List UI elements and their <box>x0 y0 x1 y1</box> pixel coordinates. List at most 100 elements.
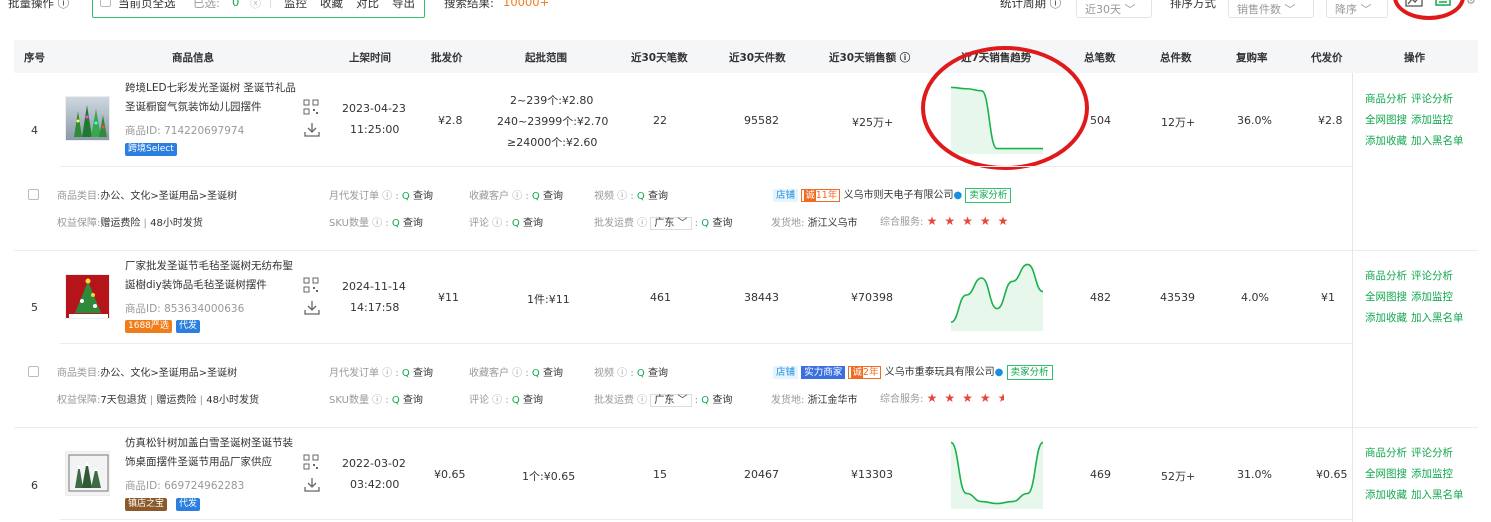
query-link[interactable]: 查询 <box>403 395 423 406</box>
add-monitor-link[interactable]: 添加监控 <box>1411 114 1453 126</box>
product-analysis-link[interactable]: 商品分析 <box>1365 270 1407 282</box>
wholesale-price: ¥11 <box>438 291 459 304</box>
guarantee: 权益保障:7天包退货 | 赠运费险 | 48小时发货 <box>57 395 259 406</box>
product-analysis-link[interactable]: 商品分析 <box>1365 93 1407 105</box>
product-thumbnail[interactable] <box>65 96 110 141</box>
row-divider <box>60 519 1352 520</box>
favorite-button[interactable]: 收藏 <box>320 0 343 11</box>
col-wholesale[interactable]: 批发价 <box>431 50 463 65</box>
listed-time: 11:25:00 <box>350 123 400 136</box>
pieces-30d: 20467 <box>744 468 779 481</box>
product-thumbnail[interactable] <box>65 451 110 496</box>
col-orders30[interactable]: 近30天笔数 <box>631 50 688 65</box>
add-favorite-link[interactable]: 添加收藏 <box>1365 135 1407 147</box>
add-monitor-link[interactable]: 添加监控 <box>1411 468 1453 480</box>
listed-date: 2022-03-02 <box>342 457 406 470</box>
shop-name[interactable]: 义乌市重泰玩具有限公司 <box>885 367 995 378</box>
export-button[interactable]: 导出 <box>392 0 415 11</box>
monitor-button[interactable]: 监控 <box>284 0 307 11</box>
product-title[interactable]: 跨境LED七彩发光圣诞树 圣诞节礼品 圣诞橱窗气氛装饰幼儿园摆件 <box>125 79 297 117</box>
product-id: 商品ID: 714220697974 <box>125 125 245 137</box>
product-analysis-link[interactable]: 商品分析 <box>1365 447 1407 459</box>
sales-30d: ¥70398 <box>851 291 893 304</box>
col-repurchase[interactable]: 复购率 <box>1236 50 1268 65</box>
dropship-price: ¥2.8 <box>1318 114 1343 127</box>
blacklist-link[interactable]: 加入黑名单 <box>1411 135 1464 147</box>
query-link[interactable]: 查询 <box>543 368 563 379</box>
review-analysis-link[interactable]: 评论分析 <box>1411 447 1453 459</box>
col-listed[interactable]: 上架时间 <box>349 50 391 65</box>
qr-code-icon[interactable] <box>303 99 319 118</box>
query-link[interactable]: 查询 <box>523 395 543 406</box>
category: 商品类目:办公、文化>圣诞用品>圣诞树 <box>57 191 238 202</box>
blacklist-link[interactable]: 加入黑名单 <box>1411 489 1464 501</box>
download-icon[interactable] <box>304 122 320 141</box>
image-search-link[interactable]: 全网图搜 <box>1365 291 1407 303</box>
result-label: 搜索结果: <box>444 0 494 10</box>
image-search-link[interactable]: 全网图搜 <box>1365 114 1407 126</box>
query-link[interactable]: 查询 <box>413 368 433 379</box>
col-dropship[interactable]: 代发价 <box>1311 50 1343 65</box>
product-title[interactable]: 厂家批发圣诞节毛毡圣诞树无纺布聖誕樹diy装饰品毛毡圣诞树摆件 <box>125 257 297 295</box>
qr-code-icon[interactable] <box>303 277 319 296</box>
query-link[interactable]: 查询 <box>543 191 563 202</box>
sort-select[interactable]: 销售件数 ﹀ <box>1228 0 1314 18</box>
dropship-price: ¥1 <box>1321 291 1335 304</box>
blacklist-link[interactable]: 加入黑名单 <box>1411 312 1464 324</box>
clear-selection-icon[interactable]: ⓧ <box>250 0 261 11</box>
query-link[interactable]: 查询 <box>712 395 732 406</box>
orders-30d: 461 <box>650 291 671 304</box>
query-link[interactable]: 查询 <box>648 368 668 379</box>
range-tier: 240~23999个:¥2.70 <box>497 115 609 128</box>
tag-dropship: 代发 <box>176 498 201 511</box>
col-sales30[interactable]: 近30天销售额 ⓘ <box>829 50 910 65</box>
select-all-label[interactable]: 当前页全选 <box>118 0 176 11</box>
listed-time: 14:17:58 <box>350 301 400 314</box>
search-icon: Q <box>511 218 520 229</box>
order-select[interactable]: 降序 ﹀ <box>1326 0 1388 18</box>
row-checkbox[interactable] <box>28 366 39 377</box>
col-pieces30[interactable]: 近30天件数 <box>729 50 786 65</box>
col-total-orders[interactable]: 总笔数 <box>1084 50 1116 65</box>
review-analysis-link[interactable]: 评论分析 <box>1411 270 1453 282</box>
chevron-down-icon: ﹀ <box>1284 3 1296 16</box>
download-icon[interactable] <box>304 300 320 319</box>
settings-icon[interactable]: ⚙ <box>1466 0 1476 7</box>
query-link[interactable]: 查询 <box>413 191 433 202</box>
province-select[interactable]: 广东 ﹀ <box>650 394 692 407</box>
guarantee: 权益保障:赠运费险 | 48小时发货 <box>57 218 203 229</box>
period-select[interactable]: 近30天 ﹀ <box>1076 0 1152 18</box>
add-favorite-link[interactable]: 添加收藏 <box>1365 489 1407 501</box>
service-rating: 综合服务: ★★★★★ <box>880 390 1004 405</box>
star-rating-icon: ★★★★★ <box>926 214 1016 228</box>
trend-area <box>951 442 1043 509</box>
row-checkbox[interactable] <box>28 189 39 200</box>
search-icon: Q <box>636 191 645 202</box>
query-link[interactable]: 查询 <box>403 218 423 229</box>
select-all-checkbox[interactable] <box>100 0 111 7</box>
add-favorite-link[interactable]: 添加收藏 <box>1365 312 1407 324</box>
search-icon: Q <box>701 395 710 406</box>
reviews: 评论 ⓘ : Q 查询 <box>469 218 543 229</box>
query-link[interactable]: 查询 <box>523 218 543 229</box>
shop-name[interactable]: 义乌市则天电子有限公司 <box>844 190 954 201</box>
download-icon[interactable] <box>304 477 320 496</box>
col-total-pieces[interactable]: 总件数 <box>1160 50 1192 65</box>
province-select[interactable]: 广东 ﹀ <box>650 217 692 230</box>
search-icon: Q <box>531 191 540 202</box>
query-link[interactable]: 查询 <box>712 218 732 229</box>
compare-button[interactable]: 对比 <box>356 0 379 11</box>
qr-code-icon[interactable] <box>303 454 319 473</box>
highlight-circle-trend <box>921 46 1089 170</box>
seller-analysis-button[interactable]: 卖家分析 <box>1006 365 1053 380</box>
product-thumbnail[interactable] <box>65 274 110 319</box>
product-title[interactable]: 仿真松针树加盖白雪圣诞树圣诞节装饰桌面摆件圣诞节用品厂家供应 <box>125 434 297 472</box>
trend-sparkline <box>950 263 1044 331</box>
add-monitor-link[interactable]: 添加监控 <box>1411 291 1453 303</box>
monthly-orders: 月代发订单 ⓘ : Q 查询 <box>329 191 433 202</box>
review-analysis-link[interactable]: 评论分析 <box>1411 93 1453 105</box>
image-search-link[interactable]: 全网图搜 <box>1365 468 1407 480</box>
video: 视频 ⓘ : Q 查询 <box>594 191 668 202</box>
seller-analysis-button[interactable]: 卖家分析 <box>965 188 1012 203</box>
query-link[interactable]: 查询 <box>648 191 668 202</box>
